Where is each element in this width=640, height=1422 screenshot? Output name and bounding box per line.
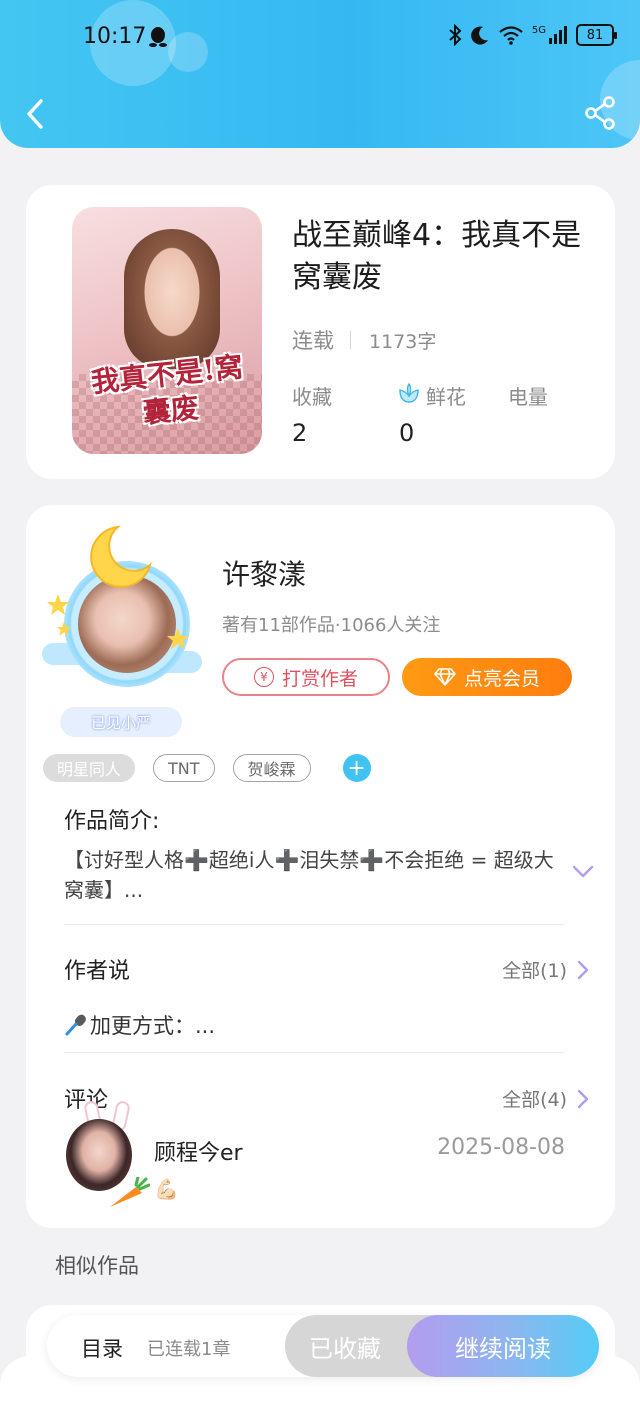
comments-all-link[interactable]: 全部(4) [502,1085,589,1112]
avatar-badge: 已见小严 [60,707,182,737]
stat-flower-value: 0 [399,419,415,447]
collected-label: 已收藏 [309,1334,381,1363]
decor-bubble [168,32,208,72]
moon-icon [90,525,152,588]
book-status-row: 连载 1173字 [292,325,436,355]
carrot-icon [110,1177,150,1207]
moon-status-icon [471,26,488,45]
stat-collect-value: 2 [292,419,308,447]
share-icon[interactable] [584,96,616,130]
battery-level: 81 [586,27,604,43]
qq-icon [149,27,167,47]
book-info-card: 我真不是!窝囊废 战至巅峰4：我真不是窝囊废 连载 1173字 收藏 2 鲜花 … [26,185,615,479]
author-stats: 著有11部作品·1066人关注 [222,615,441,636]
star-icon [56,621,72,636]
intro-title: 作品简介: [64,809,160,834]
tag-item[interactable]: 明星同人 [43,754,136,782]
battery-icon: 81 [576,24,617,46]
star-icon [47,594,69,615]
tag-list: 明星同人 TNT 贺峻霖 + [43,754,371,782]
tag-item[interactable]: TNT [153,754,215,782]
similar-works-title: 相似作品 [55,1254,139,1278]
author-say-all-label: 全部(1) [502,960,567,982]
chevron-right-icon [577,960,589,979]
chevron-right-icon [577,1089,589,1108]
tip-author-label: 打赏作者 [281,667,358,690]
book-title: 战至巅峰4：我真不是窝囊废 [292,218,582,295]
tip-author-button[interactable]: ¥ 打赏作者 [222,658,390,696]
cover-portrait [124,229,220,369]
continue-reading-button[interactable]: 继续阅读 [407,1315,599,1377]
author-say-text: 加更方式：... [90,1014,216,1038]
bluetooth-icon [449,24,462,46]
author-say-all-link[interactable]: 全部(1) [502,956,589,983]
tag-item[interactable]: 贺峻霖 [232,754,311,782]
comment-date: 2025-08-08 [437,1135,565,1160]
section-divider [64,1052,564,1053]
signal-icon [549,26,567,44]
vip-button[interactable]: 点亮会员 [402,658,572,696]
author-detail-card: 已见小严 许黎漾 著有11部作品·1066人关注 ¥ 打赏作者 点亮会员 明星同… [26,505,615,1228]
commenter-name[interactable]: 顾程今er [154,1135,243,1167]
diamond-icon [434,668,456,686]
author-avatar[interactable]: 已见小严 [32,517,202,737]
flower-icon [399,382,419,403]
stat-power-label: 电量 [508,385,548,409]
word-count: 1173字 [369,330,437,353]
stat-flower-label: 鲜花 [426,385,466,409]
star-icon [167,628,189,649]
status-time: 10:17 [83,24,147,49]
status-icons: 5G 81 [448,24,617,46]
expand-chevron-icon[interactable] [572,865,594,879]
bottom-action-bar: 目录 已连载1章 已收藏 继续阅读 [47,1315,599,1377]
microphone-icon [65,1014,86,1036]
wifi-icon [499,26,523,45]
serial-status: 连载 [292,329,334,353]
toc-button[interactable]: 目录 [81,1333,123,1363]
stat-collect-label: 收藏 [292,385,332,409]
add-tag-icon[interactable]: + [342,754,371,782]
author-say-title: 作者说 [64,959,131,984]
book-cover[interactable]: 我真不是!窝囊废 [72,207,262,454]
top-header: 10:17 5G 81 [0,0,640,148]
divider [350,331,351,349]
chapter-count: 已连载1章 [147,1339,231,1360]
vip-label: 点亮会员 [463,667,540,690]
intro-text: 【讨好型人格➕超绝i人➕泪失禁➕不会拒绝 = 超级大窝囊】... [64,848,554,902]
author-name[interactable]: 许黎漾 [222,553,306,593]
comment-content: 💪🏻 [154,1177,179,1201]
network-label: 5G [531,24,546,36]
back-arrow-icon[interactable] [24,98,46,130]
section-divider [64,924,564,925]
continue-reading-label: 继续阅读 [455,1334,551,1363]
comments-all-label: 全部(4) [502,1089,567,1111]
yen-icon: ¥ [253,667,274,687]
author-say-text-row: 加更方式：... [64,1010,215,1040]
